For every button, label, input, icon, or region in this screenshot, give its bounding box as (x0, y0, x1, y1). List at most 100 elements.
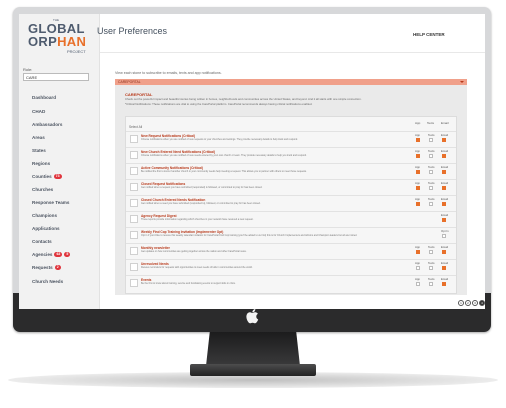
sidebar-item-dashboard[interactable]: Dashboard (32, 95, 56, 100)
row-description: These reports provide information regard… (141, 218, 254, 221)
monitor-stand (206, 332, 300, 366)
row-checkbox[interactable] (442, 234, 446, 238)
requests-badge: 2 (54, 265, 61, 270)
help-center-link[interactable]: HELP CENTER (413, 32, 445, 37)
notification-icon (130, 263, 138, 271)
row-description: Get notified when a request you have sub… (141, 186, 263, 189)
row-checkbox-email[interactable] (442, 154, 446, 158)
row-checkbox-app[interactable] (416, 202, 420, 206)
row-checkbox-app[interactable] (416, 186, 420, 190)
row-column-label: Opt In (441, 229, 449, 233)
logo-line-3: PROJECT (67, 49, 86, 54)
header-divider (100, 52, 485, 53)
monitor-stand-base (190, 364, 316, 376)
row-description: Receive reminders for requests with oppo… (141, 266, 253, 269)
table-row: New Church Entered Need Notifications (C… (126, 147, 456, 162)
table-row: Agency Request Digest These reports provi… (126, 211, 456, 226)
row-checkbox-texts[interactable] (429, 170, 433, 174)
row-column-label: Email (441, 277, 448, 281)
page-button[interactable]: 1 (458, 300, 464, 306)
select-all-link[interactable]: Select All (129, 125, 142, 129)
row-description: Opt in if you'd like to receive this wee… (141, 234, 358, 237)
row-checkbox-texts[interactable] (429, 250, 433, 254)
row-column-label: Email (441, 181, 448, 185)
sidebar-item-churches[interactable]: Churches (32, 187, 53, 192)
page-button[interactable]: 3 (472, 300, 478, 306)
row-column-label: App (415, 261, 420, 265)
row-column-label: App (415, 133, 420, 137)
sidebar-item-contacts[interactable]: Contacts (32, 239, 52, 244)
notification-icon (130, 151, 138, 159)
row-column-label: App (415, 197, 420, 201)
row-checkbox-app[interactable] (416, 138, 420, 142)
sidebar-item-areas[interactable]: Areas (32, 135, 45, 140)
row-checkbox-texts[interactable] (429, 266, 433, 270)
row-checkbox-app[interactable] (416, 282, 420, 286)
notification-icon (130, 215, 138, 223)
row-column-label: Email (441, 197, 448, 201)
table-row: Events Be the first to know about trainin… (126, 275, 456, 290)
counties-badge: 73 (53, 174, 62, 179)
sidebar-item-requests[interactable]: Requests 2 (32, 265, 61, 270)
row-checkbox-email[interactable] (442, 170, 446, 174)
table-row: Closed Church Entered Needs Notification… (126, 195, 456, 210)
page-button[interactable]: 2 (465, 300, 471, 306)
notification-icon (130, 183, 138, 191)
apple-logo-icon (246, 309, 259, 324)
row-checkbox-app[interactable] (416, 266, 420, 270)
row-checkbox-texts[interactable] (429, 202, 433, 206)
agencies-badge-2: 5 (64, 252, 71, 257)
table-row: Weekly Find Cop Training Invitation (Imp… (126, 227, 456, 242)
row-checkbox[interactable] (442, 218, 446, 222)
chevron-down-icon (460, 81, 464, 83)
table-row: Closed Request Notifications Get notified… (126, 179, 456, 194)
sidebar-item-regions[interactable]: Regions (32, 161, 50, 166)
row-column-label: Texts (428, 149, 435, 153)
role-select[interactable]: CARE (23, 73, 89, 81)
sidebar-item-response-teams[interactable]: Response Teams (32, 200, 69, 205)
sidebar-item-chad[interactable]: CHAD (32, 109, 45, 114)
row-column-label: Texts (428, 245, 435, 249)
row-checkbox-app[interactable] (416, 250, 420, 254)
row-checkbox-email[interactable] (442, 282, 446, 286)
row-checkbox-texts[interactable] (429, 154, 433, 158)
row-checkbox-texts[interactable] (429, 282, 433, 286)
row-checkbox-email[interactable] (442, 266, 446, 270)
row-checkbox-email[interactable] (442, 202, 446, 206)
notification-icon (130, 135, 138, 143)
careportal-panel: CAREPORTAL Check out the powerful impact… (115, 85, 467, 295)
row-checkbox-texts[interactable] (429, 138, 433, 142)
column-header-app: App (415, 121, 421, 125)
row-column-label: Texts (428, 197, 435, 201)
page-button[interactable]: 4 (479, 300, 485, 306)
sidebar-item-church-needs[interactable]: Church Needs (32, 279, 63, 284)
row-column-label: Email (441, 149, 448, 153)
row-column-label: Texts (428, 165, 435, 169)
row-column-label: App (415, 277, 420, 281)
panel-description: Check out the powerful impact and beauti… (125, 97, 362, 106)
sidebar-item-ambassadors[interactable]: Ambassadors (32, 122, 62, 127)
sidebar-item-agencies[interactable]: Agencies 63 5 (32, 252, 71, 257)
row-checkbox-texts[interactable] (429, 186, 433, 190)
row-checkbox-app[interactable] (416, 154, 420, 158)
row-description: Get notified when a need you have submit… (141, 202, 261, 205)
row-checkbox-email[interactable] (442, 250, 446, 254)
row-column-label: App (415, 149, 420, 153)
sidebar-item-states[interactable]: States (32, 148, 46, 153)
sidebar-item-champions[interactable]: Champions (32, 213, 57, 218)
sidebar-item-counties[interactable]: Counties 73 (32, 174, 62, 179)
page-title: User Preferences (97, 26, 168, 36)
row-checkbox-email[interactable] (442, 138, 446, 142)
sidebar-item-applications[interactable]: Applications (32, 226, 60, 231)
row-checkbox-email[interactable] (442, 186, 446, 190)
row-description: Be notified the first to know if another… (141, 170, 307, 173)
row-description: Choose notifications when you are notifi… (141, 154, 307, 157)
row-checkbox-app[interactable] (416, 170, 420, 174)
agencies-badge: 63 (54, 252, 63, 257)
notification-icon (130, 231, 138, 239)
brand-logo[interactable]: THE GLOBAL ORPHAN PROJECT (28, 18, 92, 59)
table-row: Active Community Notifications (Critical… (126, 163, 456, 178)
row-column-label: Email (441, 245, 448, 249)
notification-icon (130, 167, 138, 175)
row-column-label: Texts (428, 277, 435, 281)
